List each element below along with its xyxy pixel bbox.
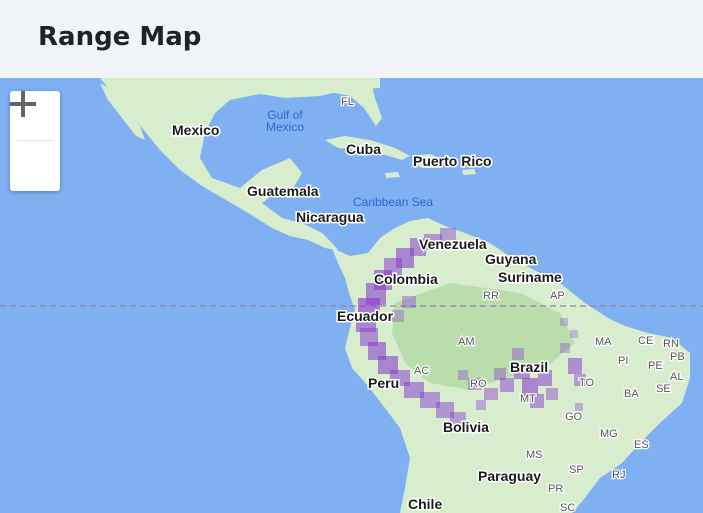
label-nicaragua: Nicaragua: [296, 209, 364, 225]
label-sc: SC: [560, 502, 575, 513]
label-rn: RN: [663, 338, 679, 350]
label-rj: RJ: [612, 469, 625, 481]
label-suriname: Suriname: [498, 269, 562, 285]
label-ma: MA: [595, 336, 612, 348]
label-go: GO: [565, 411, 583, 423]
label-paraguay: Paraguay: [478, 468, 541, 484]
label-pb: PB: [670, 351, 685, 363]
landmass-jamaica: [385, 172, 400, 178]
label-cuba: Cuba: [346, 141, 381, 157]
label-rr: RR: [483, 290, 499, 302]
label-gulf-2: Mexico: [266, 120, 304, 134]
label-mexico: Mexico: [172, 122, 219, 138]
label-pr: PR: [548, 483, 563, 495]
range-map[interactable]: Mexico Gulf of Mexico FL Cuba Puerto Ric…: [0, 78, 703, 513]
label-sp: SP: [569, 464, 584, 476]
label-colombia: Colombia: [374, 271, 438, 287]
label-al: AL: [670, 371, 683, 383]
map-canvas[interactable]: Mexico Gulf of Mexico FL Cuba Puerto Ric…: [0, 78, 703, 513]
label-ro: RO: [470, 378, 487, 390]
zoom-control: [10, 91, 60, 191]
label-am: AM: [458, 336, 475, 348]
label-mg: MG: [600, 428, 618, 440]
label-es: ES: [634, 439, 649, 451]
label-ba: BA: [624, 388, 639, 400]
label-ce: CE: [638, 335, 653, 347]
label-chile: Chile: [408, 496, 442, 512]
zoom-out-button[interactable]: [10, 102, 60, 190]
label-guatemala: Guatemala: [247, 183, 319, 199]
label-brazil: Brazil: [510, 359, 548, 375]
minus-icon: [10, 102, 36, 106]
label-to: TO: [579, 377, 595, 389]
label-se: SE: [656, 383, 671, 395]
page-title: Range Map: [38, 22, 202, 52]
label-ac: AC: [414, 365, 429, 377]
label-mt: MT: [520, 393, 536, 405]
label-pe: PE: [648, 360, 663, 372]
label-ap: AP: [550, 290, 565, 302]
label-venezuela: Venezuela: [419, 236, 487, 252]
label-guyana: Guyana: [485, 251, 537, 267]
label-fl: FL: [341, 96, 354, 108]
label-ecuador: Ecuador: [337, 308, 394, 324]
label-ms: MS: [526, 449, 543, 461]
label-bolivia: Bolivia: [443, 419, 489, 435]
landmass-puerto-rico: [462, 169, 476, 175]
label-caribbean: Caribbean Sea: [353, 195, 433, 209]
label-peru: Peru: [368, 375, 399, 391]
label-puerto-rico: Puerto Rico: [413, 153, 492, 169]
label-pi: PI: [618, 355, 628, 367]
page-header: Range Map: [0, 0, 703, 78]
